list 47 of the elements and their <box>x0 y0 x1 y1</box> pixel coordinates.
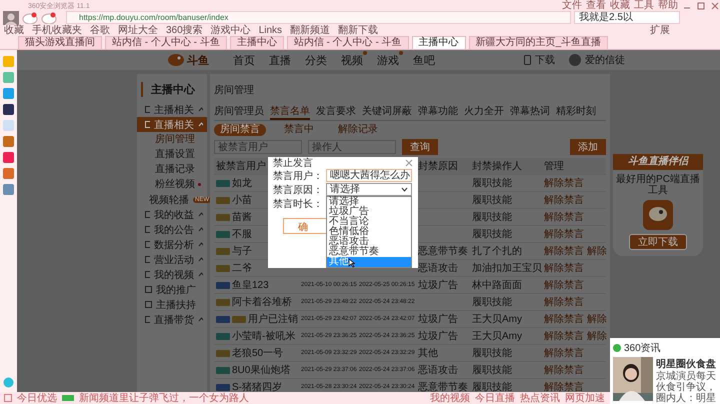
table-cell: 恶意带节奏 <box>418 382 468 392</box>
sidebar-title: 主播中心 <box>141 82 207 97</box>
table-cell: 履职技能 <box>472 212 512 222</box>
table-cell: 林中路面面 <box>472 280 522 290</box>
dialog-title: 禁止发言 <box>273 156 313 170</box>
table-cell: 王大贝Amy <box>472 314 522 324</box>
table-cell: 小莹晴-被吼米 <box>232 330 296 342</box>
table-cell: 恶语攻击 <box>418 364 458 376</box>
table-cell: 其他 <box>418 348 438 358</box>
ad-text: 最好用的PC端直播工具 <box>615 174 701 196</box>
table-cell: 如龙 <box>232 178 252 188</box>
table-cell: 履职技能 <box>472 178 512 188</box>
table-cell: 履职技能 <box>472 382 512 392</box>
table-cell: 扎了个扎的 <box>472 246 522 256</box>
table-cell: 恶意带节奏 <box>418 246 468 256</box>
table-cell: 恶语攻击 <box>418 262 458 274</box>
table-cell: 8U0果仙炮塔 <box>232 364 290 376</box>
table-cell: 履职技能 <box>472 296 512 308</box>
field-label: 禁言用户： <box>273 170 323 182</box>
table-cell: 老狼50一号 <box>232 348 284 358</box>
table-cell: 履职技能 <box>472 348 512 358</box>
table-cell: 苗酱 <box>232 212 252 222</box>
table-cell: 垃圾广告 <box>418 314 458 324</box>
table-cell: 鱼皇123 <box>232 280 269 290</box>
table-cell: 垃圾广告 <box>418 280 458 290</box>
column-header: 被禁言用户 <box>216 160 266 172</box>
table-cell: 加油扣加王宝贝 <box>472 262 542 274</box>
table-cell: 不服 <box>232 228 252 240</box>
table-cell: 与子 <box>232 246 252 256</box>
page-title: 房间管理 <box>214 84 255 97</box>
news-summary: 京城演员每天伙食引争议，圈内人：明星 <box>656 371 717 404</box>
table-cell: 垃圾广告 <box>418 330 458 342</box>
table-cell: 履职技能 <box>472 364 512 376</box>
table-cell: 用户已注销 <box>248 314 298 324</box>
column-header: 封禁操作人 <box>472 160 522 172</box>
column-header: 管理 <box>544 160 564 172</box>
field-label: 禁言原因： <box>273 184 323 196</box>
news-source: 360资讯 <box>624 342 661 355</box>
table-cell: 阿卡着谷堆桥 <box>232 296 292 308</box>
table-cell: 二爷 <box>232 262 252 274</box>
column-header: 封禁原因 <box>418 160 458 172</box>
table-cell: 小苗 <box>232 194 252 206</box>
table-cell: 履职技能 <box>472 228 512 240</box>
field-label: 禁言时长： <box>273 198 323 210</box>
table-cell: 王大贝Amy <box>472 330 522 342</box>
table-cell: 履职技能 <box>472 194 512 206</box>
table-cell: S-猪猪四岁 <box>232 382 282 392</box>
